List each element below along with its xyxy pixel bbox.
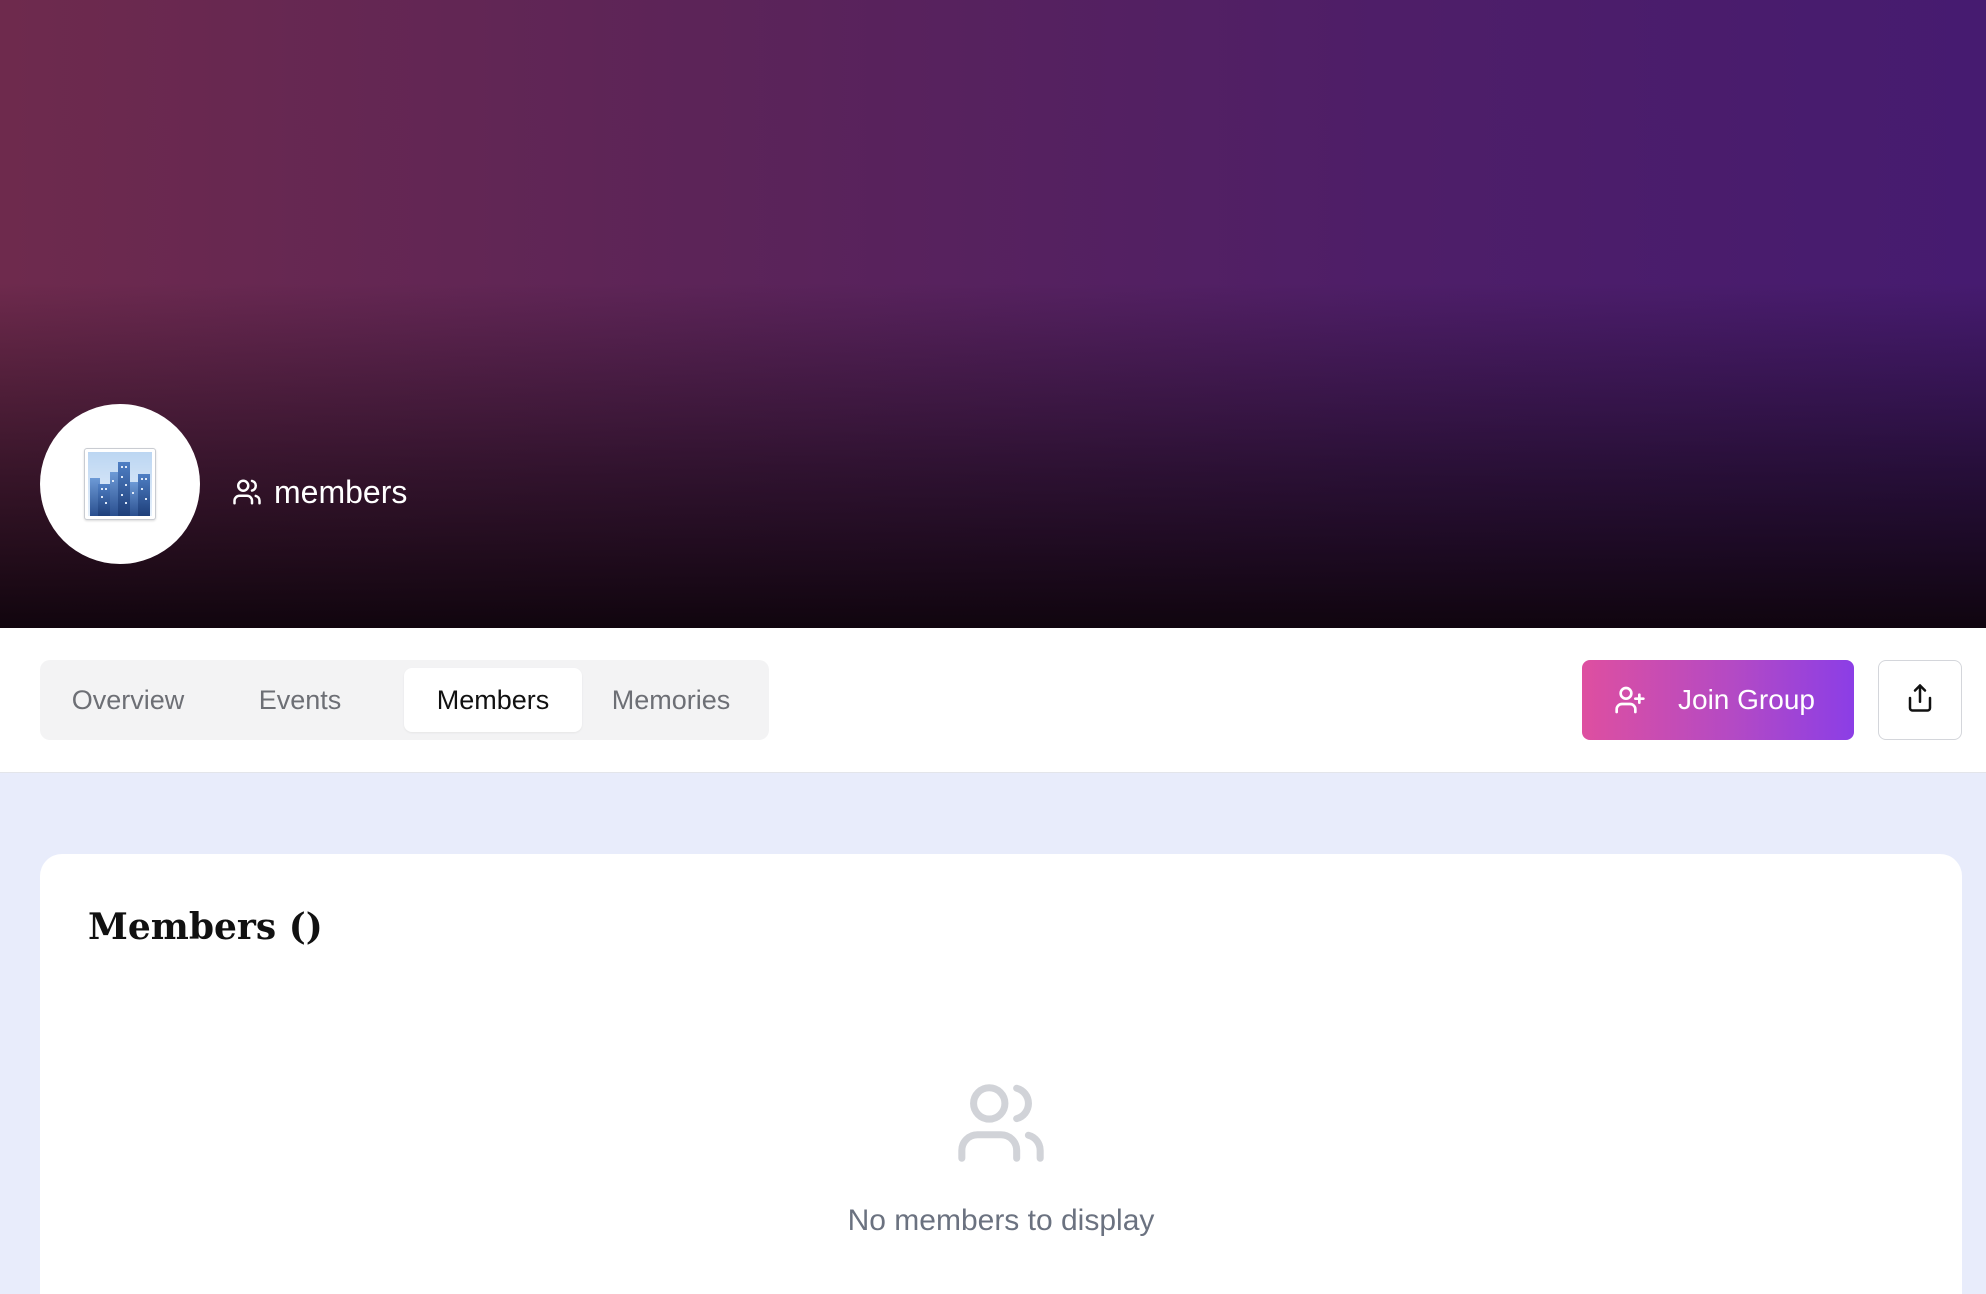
share-icon <box>1905 683 1935 718</box>
group-banner: members <box>0 0 1986 628</box>
members-card: Members () No members to display <box>40 854 1962 1294</box>
share-button[interactable] <box>1878 660 1962 740</box>
tab-bar: Overview Events Members Memories <box>40 660 769 740</box>
cityscape-icon <box>84 448 156 520</box>
tab-events[interactable]: Events <box>220 668 380 732</box>
tab-members[interactable]: Members <box>404 668 582 732</box>
members-section-title: Members () <box>88 906 323 948</box>
join-group-button[interactable]: Join Group <box>1582 660 1854 740</box>
banner-shade <box>0 0 1986 628</box>
users-icon <box>954 1076 1048 1175</box>
tab-memories[interactable]: Memories <box>582 668 760 732</box>
group-toolbar: Overview Events Members Memories Join Gr… <box>0 628 1986 773</box>
group-avatar <box>40 404 200 564</box>
empty-state-message: No members to display <box>847 1204 1155 1237</box>
tab-overview[interactable]: Overview <box>48 668 208 732</box>
join-group-label: Join Group <box>1678 684 1815 715</box>
members-label: members <box>274 473 408 510</box>
users-icon <box>232 477 262 507</box>
members-count: members <box>232 472 407 512</box>
user-plus-icon <box>1614 684 1646 723</box>
